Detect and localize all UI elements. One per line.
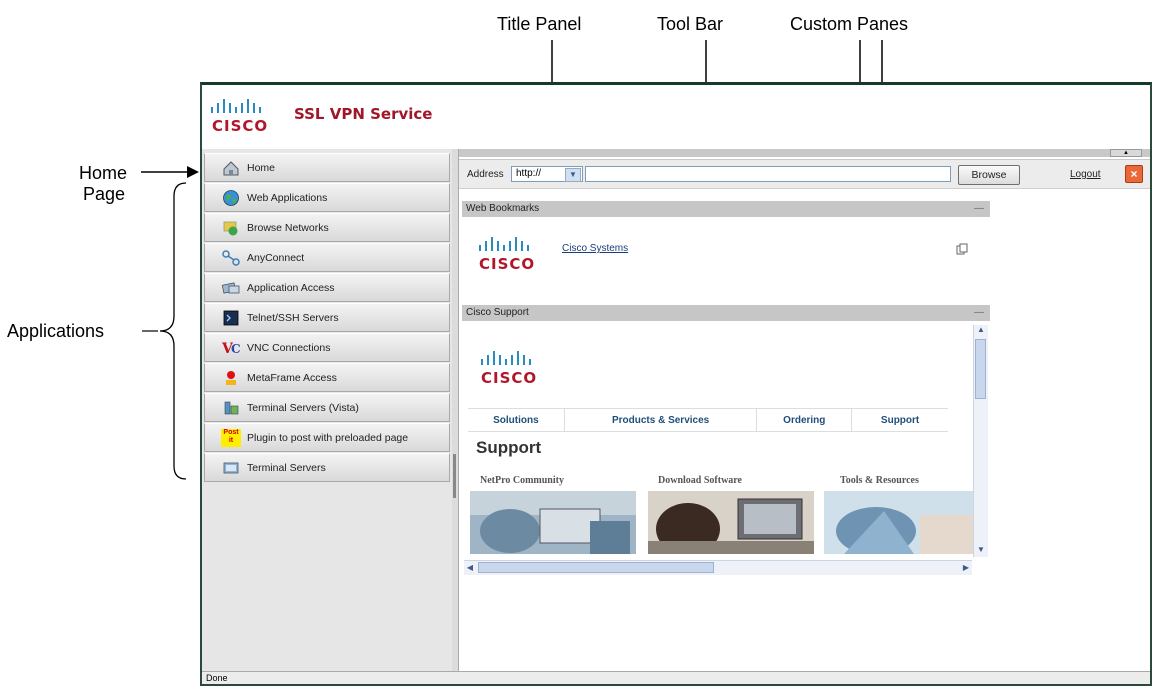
vertical-scrollbar[interactable]: ▲ ▼ (973, 325, 988, 557)
annotation-home-page: Home (79, 163, 128, 183)
annotation-tool-bar: Tool Bar (657, 14, 724, 34)
sidebar: Home Web Applications Browse Networks An… (202, 149, 453, 672)
scroll-left-arrow[interactable]: ◀ (464, 561, 476, 574)
chevron-down-icon[interactable]: ▼ (565, 168, 581, 182)
tab-products-services[interactable]: Products & Services (565, 409, 758, 431)
service-title: SSL VPN Service (294, 105, 433, 123)
ssl-vpn-portal-window: CISCO SSL VPN Service Home Web Applicati… (200, 82, 1152, 686)
sidebar-item-anyconnect[interactable]: AnyConnect (204, 243, 450, 272)
logout-link[interactable]: Logout (1070, 169, 1101, 180)
status-text: Done (206, 673, 228, 683)
post-it-icon: Post it (221, 428, 241, 447)
vnc-icon: VC (221, 339, 241, 357)
title-panel: CISCO SSL VPN Service (202, 85, 1150, 149)
cisco-support-pane: Cisco Support — CISCO Solutions Products … (462, 305, 990, 575)
main-content: ▲ Address http:// ▼ Browse Logout × Web B… (459, 149, 1150, 672)
metaframe-icon (221, 369, 241, 387)
address-input[interactable] (585, 166, 951, 182)
sidebar-item-label: Web Applications (247, 191, 328, 204)
sidebar-item-label: VNC Connections (247, 341, 331, 354)
sidebar-item-web-applications[interactable]: Web Applications (204, 183, 450, 212)
tab-ordering[interactable]: Ordering (757, 409, 853, 431)
sidebar-item-label: Terminal Servers (247, 461, 326, 474)
home-icon (221, 159, 241, 177)
sidebar-item-telnet-ssh[interactable]: Telnet/SSH Servers (204, 303, 450, 332)
sidebar-item-label: MetaFrame Access (247, 371, 337, 384)
annotation-custom-panes: Custom Panes (790, 14, 909, 34)
status-bar: Done (202, 671, 1150, 684)
minimize-pane-button[interactable]: — (974, 201, 984, 217)
sidebar-item-label: Telnet/SSH Servers (247, 311, 339, 324)
sidebar-item-label: Home (247, 161, 276, 174)
address-label: Address (467, 169, 504, 180)
globe-icon (221, 189, 241, 207)
cisco-logo-text: CISCO (212, 117, 269, 135)
sidebar-item-label: Plugin to post with preloaded page (247, 431, 409, 444)
scroll-up-arrow[interactable]: ▲ (974, 325, 988, 337)
applications-brace (159, 182, 187, 480)
horizontal-scrollbar[interactable]: ◀ ▶ (464, 560, 972, 575)
sidebar-item-metaframe-access[interactable]: MetaFrame Access (204, 363, 450, 392)
support-nav-tabs: Solutions Products & Services Ordering S… (468, 408, 948, 432)
support-heading: Support (476, 438, 542, 457)
sidebar-item-label: Terminal Servers (Vista) (247, 401, 359, 414)
terminal-server-icon (221, 399, 241, 417)
scroll-down-arrow[interactable]: ▼ (974, 545, 988, 557)
sidebar-item-vnc-connections[interactable]: VC VNC Connections (204, 333, 450, 362)
copy-icon[interactable] (956, 243, 968, 255)
sidebar-item-plugin-post[interactable]: Post it Plugin to post with preloaded pa… (204, 423, 450, 452)
sidebar-item-label: Browse Networks (247, 221, 329, 234)
sidebar-item-terminal-servers-vista[interactable]: Terminal Servers (Vista) (204, 393, 450, 422)
web-bookmarks-header: Web Bookmarks — (462, 201, 990, 217)
horizontal-scroll-thumb[interactable] (478, 562, 714, 573)
minimize-pane-button[interactable]: — (974, 305, 984, 321)
toolbar: Address http:// ▼ Browse Logout × (459, 159, 1150, 189)
network-icon (221, 219, 241, 237)
pane-title: Web Bookmarks (466, 203, 540, 214)
scroll-right-arrow[interactable]: ▶ (960, 561, 972, 574)
cisco-logo-bars (479, 237, 529, 251)
post-it-text: Post it (221, 428, 241, 447)
terminal-icon (221, 309, 241, 327)
vertical-scroll-thumb[interactable] (975, 339, 986, 399)
protocol-value: http:// (516, 168, 542, 179)
sidebar-item-label: Application Access (247, 281, 335, 294)
toolbar-top-strip: ▲ (459, 149, 1150, 157)
cisco-support-header: Cisco Support — (462, 305, 990, 321)
sidebar-item-label: AnyConnect (247, 251, 305, 264)
annotation-applications: Applications (7, 321, 105, 341)
collapse-toolbar-button[interactable]: ▲ (1110, 149, 1142, 157)
bookmark-link-cisco-systems[interactable]: Cisco Systems (562, 243, 628, 254)
app-access-icon (221, 279, 241, 297)
tab-support[interactable]: Support (852, 409, 948, 431)
terminal-servers-icon (221, 459, 241, 477)
tab-solutions[interactable]: Solutions (468, 409, 565, 431)
annotation-home-page-line2: Page (83, 184, 126, 204)
splitter-grip[interactable] (453, 454, 456, 498)
cisco-logo-text: CISCO (481, 369, 538, 387)
column-tools-resources[interactable]: Tools & Resources (840, 475, 919, 486)
netpro-community-photo (470, 491, 636, 554)
download-software-photo (648, 491, 814, 554)
anyconnect-icon (221, 249, 241, 267)
svg-text:C: C (231, 342, 240, 356)
sidebar-item-terminal-servers[interactable]: Terminal Servers (204, 453, 450, 482)
pane-title: Cisco Support (466, 307, 529, 318)
logout-close-icon[interactable]: × (1125, 165, 1143, 183)
cisco-logo-text: CISCO (479, 255, 536, 273)
tools-resources-photo (824, 491, 974, 554)
sidebar-item-application-access[interactable]: Application Access (204, 273, 450, 302)
cisco-logo-bars (211, 99, 261, 113)
browse-button[interactable]: Browse (958, 165, 1020, 185)
column-netpro-community[interactable]: NetPro Community (480, 475, 564, 486)
column-download-software[interactable]: Download Software (658, 475, 742, 486)
sidebar-splitter[interactable] (452, 149, 459, 672)
sidebar-item-home[interactable]: Home (204, 153, 450, 182)
annotation-title-panel: Title Panel (497, 14, 582, 34)
sidebar-item-browse-networks[interactable]: Browse Networks (204, 213, 450, 242)
cisco-logo-bars (481, 351, 531, 365)
protocol-select[interactable]: http:// ▼ (511, 166, 583, 182)
web-bookmarks-pane: Web Bookmarks — CISCO Cisco Systems (462, 201, 990, 297)
